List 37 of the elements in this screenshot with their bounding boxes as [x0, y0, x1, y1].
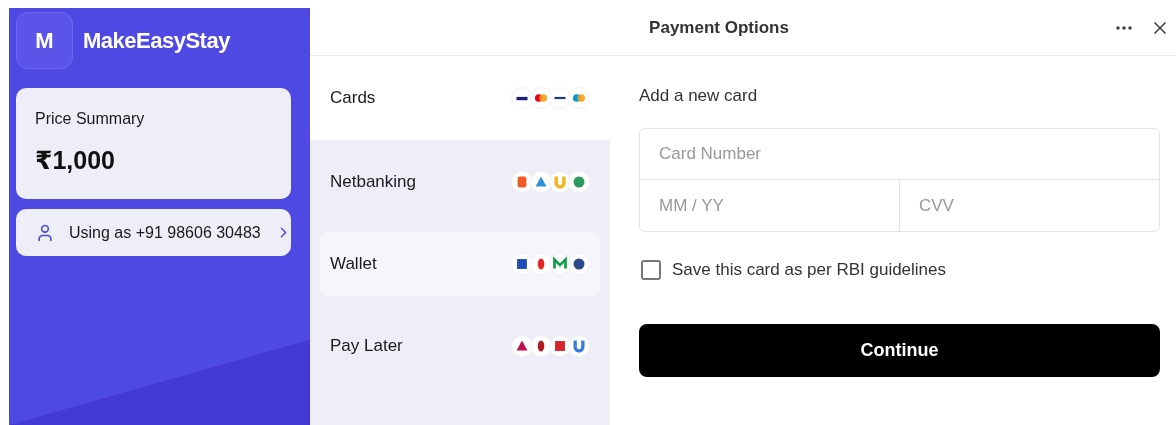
- cvv-field[interactable]: CVV: [900, 180, 1159, 231]
- brand-name: MakeEasyStay: [83, 27, 230, 54]
- card-details-field-group[interactable]: Card Number MM / YY CVV: [639, 128, 1160, 232]
- payment-method-tab[interactable]: Cards: [310, 56, 610, 140]
- bank-logo-icon: [568, 253, 590, 275]
- expiry-field[interactable]: MM / YY: [640, 180, 900, 231]
- bank-logo-icon: [549, 171, 571, 193]
- user-icon: [35, 222, 55, 243]
- bank-logo-icon: [549, 335, 571, 357]
- bank-logo-icon: [511, 253, 533, 275]
- payment-method-tab[interactable]: Pay Later: [320, 304, 600, 388]
- brand-logo: M: [16, 12, 73, 69]
- bank-logo-icon: [511, 87, 533, 109]
- dialog-title: Payment Options: [648, 17, 790, 38]
- bank-logo-icon: [511, 171, 533, 193]
- price-summary-label: Price Summary: [35, 110, 146, 128]
- save-card-checkbox[interactable]: [641, 260, 661, 280]
- bank-logo-icon: [530, 87, 552, 109]
- form-heading: Add a new card: [639, 86, 759, 106]
- continue-button[interactable]: Continue: [639, 324, 1160, 377]
- bank-logo-icon: [530, 335, 552, 357]
- bank-logo-icon: [568, 171, 590, 193]
- bank-logo-icon: [530, 253, 552, 275]
- bank-logo-icon: [549, 87, 571, 109]
- payment-method-tab[interactable]: Wallet: [320, 232, 600, 296]
- price-amount: ₹1,000: [35, 146, 116, 175]
- card-number-field[interactable]: Card Number: [640, 129, 1159, 180]
- bank-logo-icon: [511, 335, 533, 357]
- bank-logo-icon: [530, 171, 552, 193]
- bank-logo-icon: [568, 335, 590, 357]
- bank-logo-icon: [568, 87, 590, 109]
- more-button[interactable]: [1116, 25, 1132, 30]
- account-button[interactable]: Using as +91 98606 30483: [16, 209, 291, 256]
- more-icon: [1116, 25, 1132, 30]
- bank-logo-icon: [549, 253, 571, 275]
- save-card-label: Save this card as per RBI guidelines: [672, 260, 947, 280]
- payment-method-tab[interactable]: Netbanking: [320, 140, 600, 224]
